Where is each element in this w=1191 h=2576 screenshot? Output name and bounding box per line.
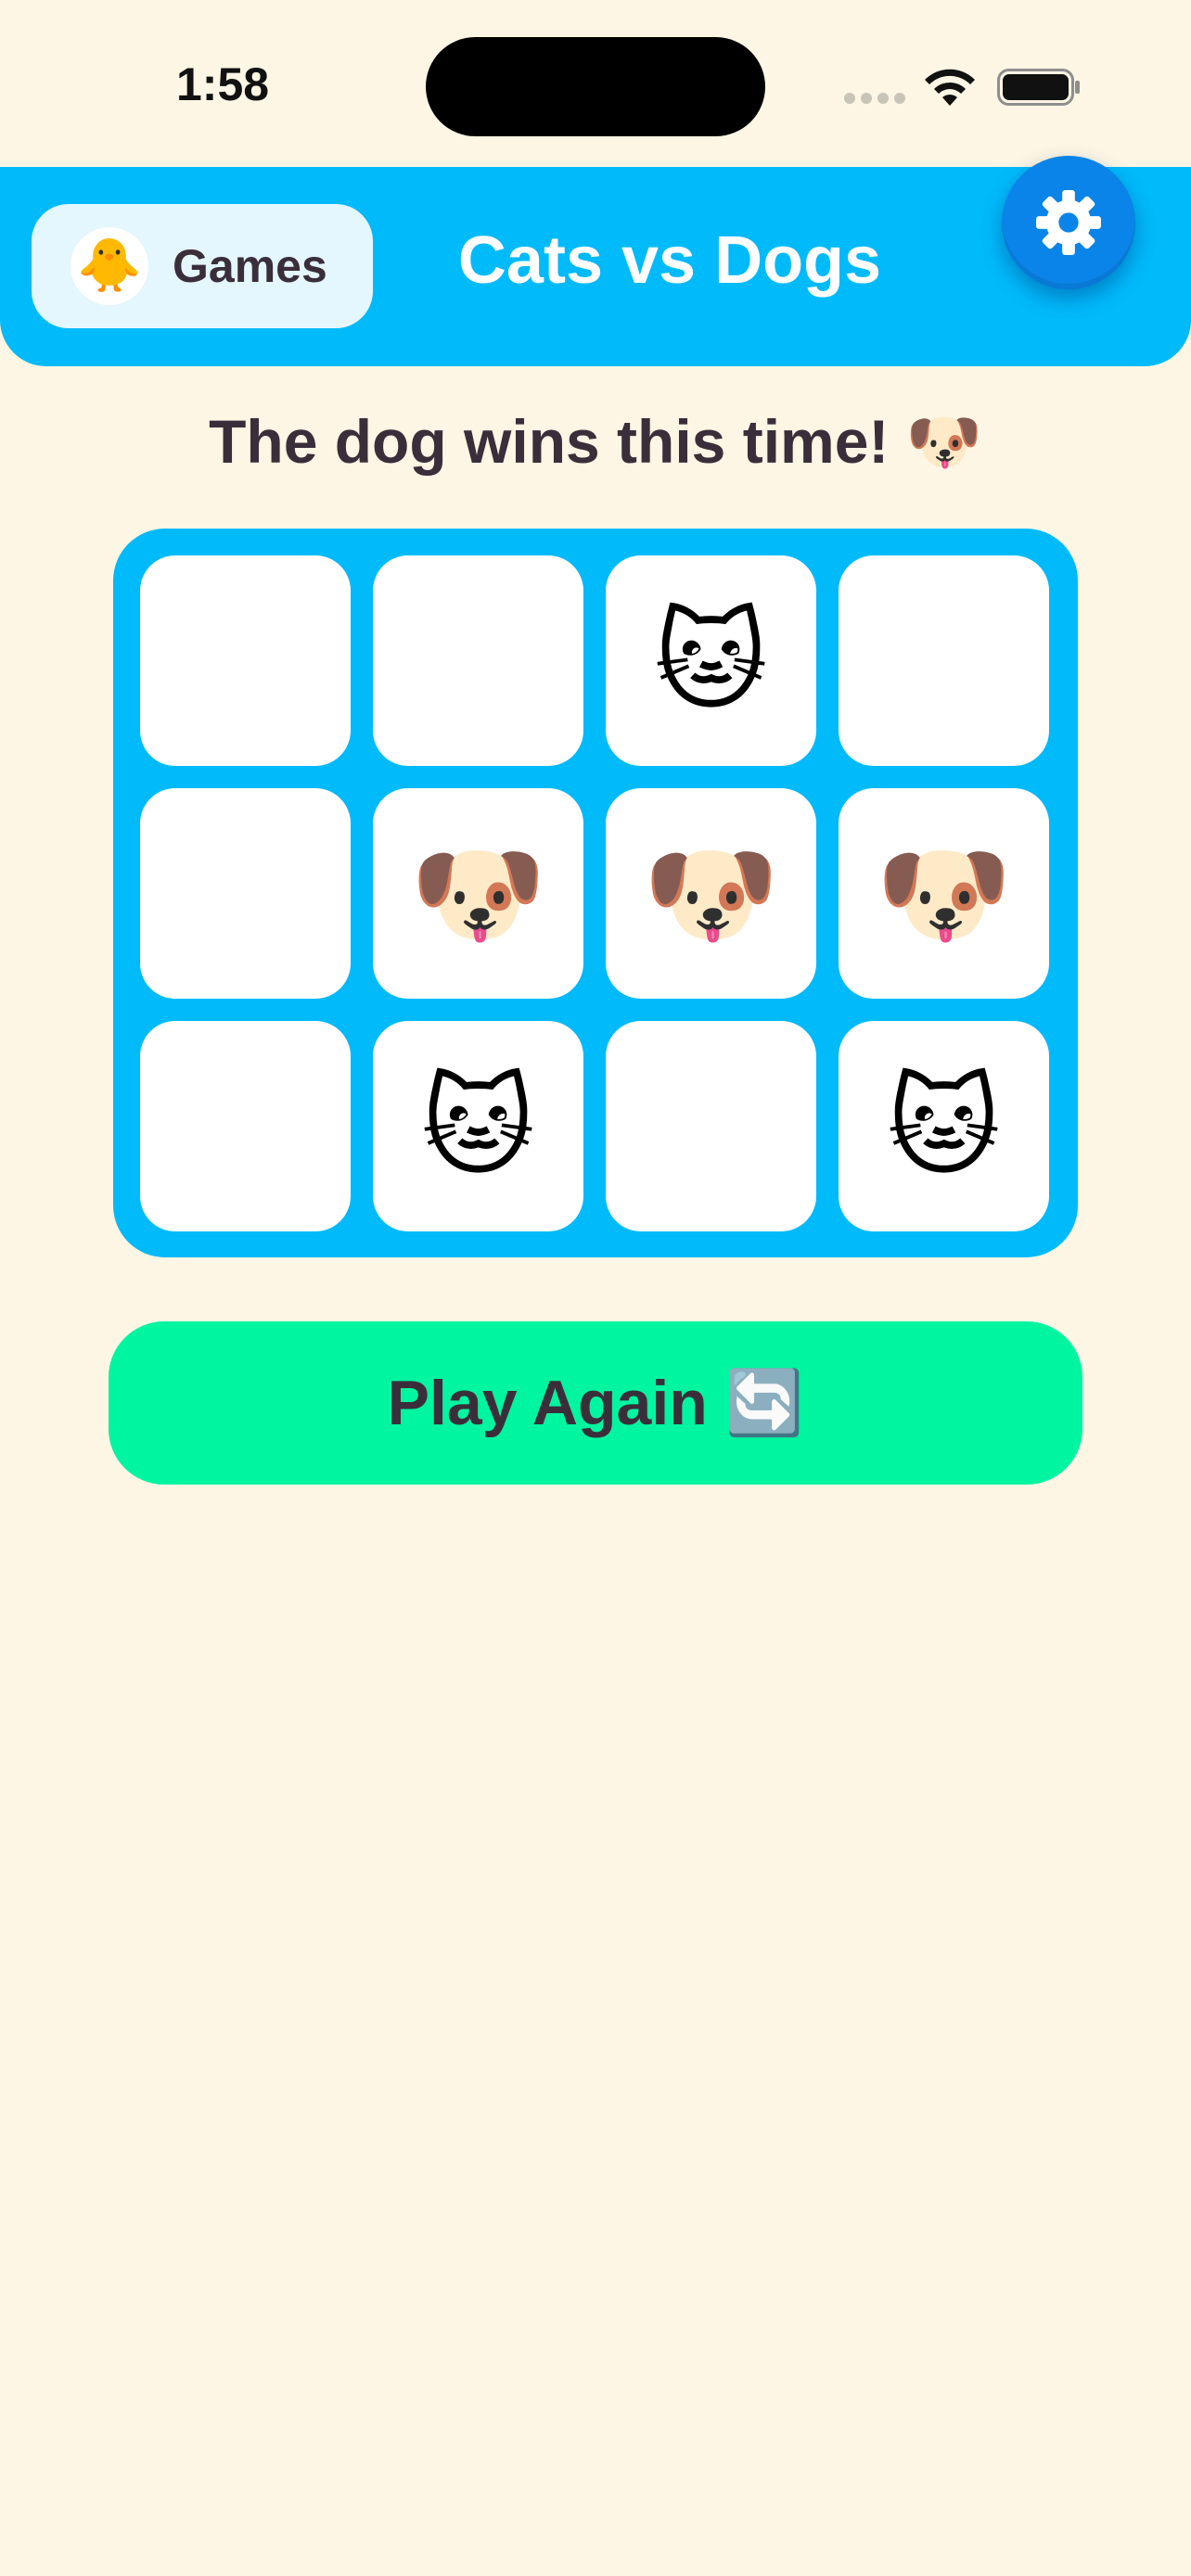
game-board: 🐱 🐶 🐶 🐶 🐱 🐱 bbox=[113, 529, 1078, 1257]
page-title: Cats vs Dogs bbox=[457, 223, 882, 298]
cellular-signal-icon bbox=[844, 93, 905, 106]
games-button-label: Games bbox=[173, 240, 327, 292]
games-button[interactable]: 🐥 Games bbox=[32, 204, 373, 328]
board-cell[interactable] bbox=[140, 1021, 351, 1231]
board-cell[interactable] bbox=[140, 555, 351, 766]
play-again-button[interactable]: Play Again 🔄 bbox=[109, 1321, 1082, 1485]
wifi-icon bbox=[925, 69, 975, 106]
status-time: 1:58 bbox=[176, 58, 270, 110]
result-message: The dog wins this time! 🐶 bbox=[209, 407, 982, 476]
board-cell[interactable]: 🐶 bbox=[606, 788, 816, 999]
board-cell[interactable]: 🐶 bbox=[839, 788, 1049, 999]
gear-icon bbox=[1036, 190, 1101, 255]
games-avatar-icon: 🐥 bbox=[70, 227, 148, 305]
settings-button[interactable] bbox=[1002, 156, 1135, 289]
screen: 1:58 🐥 Games Cats vs Dogs The dog wins t… bbox=[0, 0, 1191, 2576]
board-cell[interactable] bbox=[140, 788, 351, 999]
board-cell[interactable]: 🐶 bbox=[373, 788, 583, 999]
board-cell[interactable] bbox=[373, 555, 583, 766]
board-cell[interactable]: 🐱 bbox=[373, 1021, 583, 1231]
board-cell[interactable]: 🐱 bbox=[606, 555, 816, 766]
board-cell[interactable] bbox=[606, 1021, 816, 1231]
status-bar: 1:58 bbox=[0, 0, 1191, 167]
board-cell[interactable] bbox=[839, 555, 1049, 766]
header-bar: 🐥 Games Cats vs Dogs bbox=[0, 156, 1191, 366]
battery-icon bbox=[997, 69, 1080, 106]
dynamic-island bbox=[426, 37, 765, 136]
board-cell[interactable]: 🐱 bbox=[839, 1021, 1049, 1231]
